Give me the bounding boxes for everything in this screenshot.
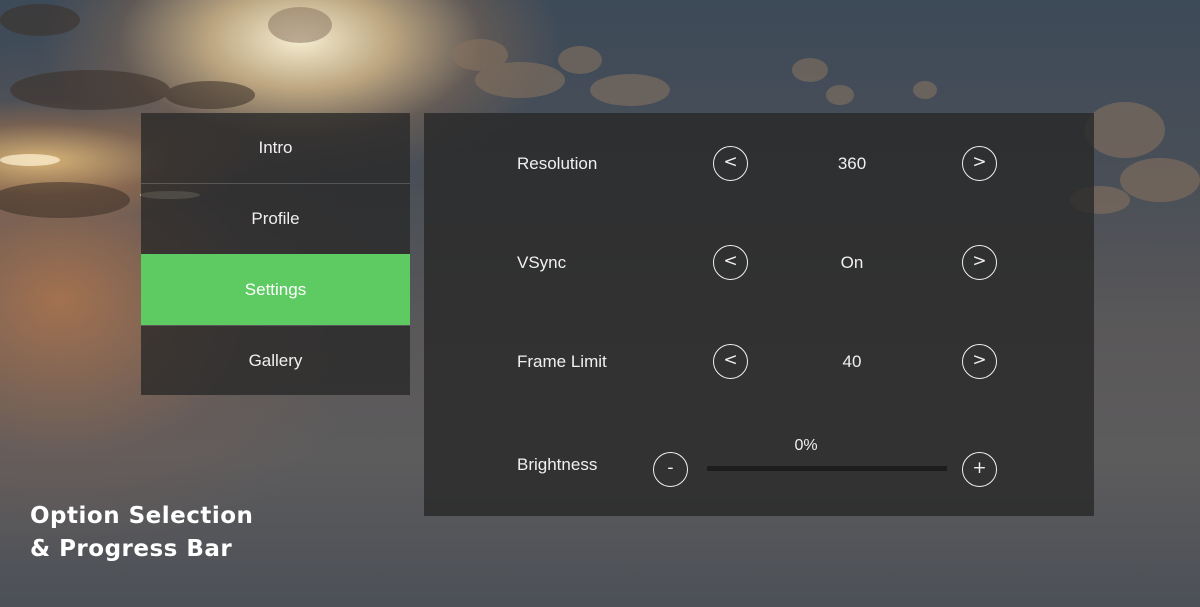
resolution-prev-button[interactable]: <	[713, 146, 748, 181]
vsync-label: VSync	[517, 253, 567, 272]
vsync-next-button[interactable]: >	[962, 245, 997, 280]
settings-panel: Resolution < 360 > VSync < On > Frame Li…	[424, 113, 1094, 516]
menu-item-gallery[interactable]: Gallery	[141, 325, 410, 396]
resolution-next-button[interactable]: >	[962, 146, 997, 181]
menu-item-settings[interactable]: Settings	[141, 254, 410, 325]
menu-item-intro[interactable]: Intro	[141, 113, 410, 183]
brightness-decrease-button[interactable]: -	[653, 452, 688, 487]
frame-limit-row: Frame Limit < 40 >	[424, 342, 1094, 382]
resolution-label: Resolution	[517, 154, 598, 173]
frame-limit-prev-button[interactable]: <	[713, 344, 748, 379]
caption: Option Selection & Progress Bar	[30, 500, 253, 566]
brightness-percentage: 0%	[794, 437, 818, 454]
resolution-row: Resolution < 360 >	[424, 144, 1094, 184]
resolution-value: 360	[837, 154, 867, 173]
frame-limit-next-button[interactable]: >	[962, 344, 997, 379]
navigation-menu: Intro Profile Settings Gallery	[141, 113, 410, 395]
menu-item-profile[interactable]: Profile	[141, 183, 410, 254]
vsync-row: VSync < On >	[424, 243, 1094, 283]
vsync-value: On	[840, 253, 864, 272]
caption-line-1: Option Selection	[30, 503, 254, 529]
brightness-progress-bar[interactable]	[707, 466, 947, 471]
frame-limit-value: 40	[842, 352, 862, 371]
brightness-row: Brightness - 0% +	[424, 437, 1094, 495]
brightness-label: Brightness	[517, 455, 598, 474]
frame-limit-label: Frame Limit	[517, 352, 607, 371]
brightness-increase-button[interactable]: +	[962, 452, 997, 487]
caption-line-2: & Progress Bar	[30, 536, 233, 562]
vsync-prev-button[interactable]: <	[713, 245, 748, 280]
